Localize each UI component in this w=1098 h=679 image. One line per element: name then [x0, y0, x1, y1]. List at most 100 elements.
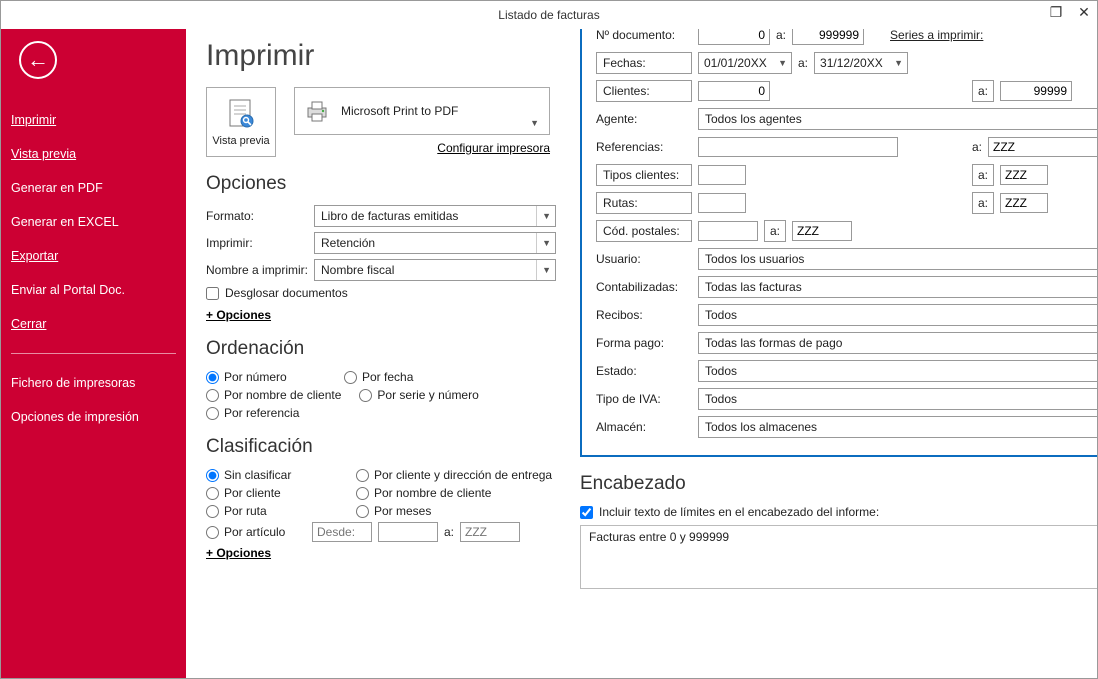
ref-to-input[interactable] — [988, 137, 1097, 157]
sidebar-item-imprimir[interactable]: Imprimir — [1, 103, 186, 137]
incluir-texto-label: Incluir texto de límites en el encabezad… — [599, 505, 879, 519]
cls-por-cliente[interactable]: Por cliente — [206, 486, 356, 500]
ord-por-nombre[interactable]: Por nombre de cliente — [206, 388, 341, 402]
chevron-down-icon: ▼ — [536, 206, 551, 226]
mas-opciones-link[interactable]: + Opciones — [206, 308, 271, 322]
cp-to-input[interactable] — [792, 221, 852, 241]
imprimir-combo[interactable]: Retención▼ — [314, 232, 556, 254]
intervalos-panel: Intervalos Nº documento: a: Series a imp… — [580, 1, 1097, 457]
ndoc-a-label: a: — [776, 28, 786, 42]
document-preview-icon — [224, 97, 258, 131]
cli-from-input[interactable] — [698, 81, 770, 101]
sidebar-item-fichero-impresoras[interactable]: Fichero de impresoras — [1, 366, 186, 400]
almacen-combo[interactable]: Todos los almacenes▼ — [698, 416, 1097, 438]
cls-desde-input2[interactable] — [378, 522, 438, 542]
fecha-a-label: a: — [798, 56, 808, 70]
window-restore-button[interactable]: ❐ — [1049, 5, 1063, 19]
formato-combo[interactable]: Libro de facturas emitidas▼ — [314, 205, 556, 227]
cls-por-articulo[interactable]: Por artículo — [206, 525, 306, 539]
ord-por-fecha[interactable]: Por fecha — [344, 370, 424, 384]
ndoc-label: Nº documento: — [596, 28, 692, 42]
cp-a-button[interactable]: a: — [764, 220, 786, 242]
tipos-clientes-button[interactable]: Tipos clientes: — [596, 164, 692, 186]
sidebar-item-cerrar[interactable]: Cerrar — [1, 307, 186, 341]
chevron-down-icon: ▼ — [536, 233, 551, 253]
chevron-down-icon: ▼ — [536, 260, 551, 280]
agente-combo[interactable]: Todos los agentes▼ — [698, 108, 1097, 130]
recibos-combo[interactable]: Todos▼ — [698, 304, 1097, 326]
incluir-texto-checkbox[interactable] — [580, 506, 593, 519]
iva-combo[interactable]: Todos▼ — [698, 388, 1097, 410]
configurar-impresora-link[interactable]: Configurar impresora — [437, 141, 550, 155]
agente-label: Agente: — [596, 112, 692, 126]
printer-selector[interactable]: Microsoft Print to PDF ▼ — [294, 87, 550, 135]
sidebar-item-generar-excel[interactable]: Generar en EXCEL — [1, 205, 186, 239]
nombre-combo[interactable]: Nombre fiscal▼ — [314, 259, 556, 281]
rutas-a-button[interactable]: a: — [972, 192, 994, 214]
tipos-to-input[interactable] — [1000, 165, 1048, 185]
ord-por-referencia[interactable]: Por referencia — [206, 406, 326, 420]
printer-icon — [303, 97, 331, 125]
arrow-left-icon: ← — [27, 49, 49, 71]
chevron-down-icon: ▼ — [894, 58, 903, 68]
cls-por-ruta[interactable]: Por ruta — [206, 504, 356, 518]
series-imprimir-link[interactable]: Series a imprimir: — [890, 28, 983, 42]
ord-por-serie[interactable]: Por serie y número — [359, 388, 479, 402]
cls-mas-opciones-link[interactable]: + Opciones — [206, 546, 271, 560]
ref-from-input[interactable] — [698, 137, 898, 157]
imprimir-label: Imprimir: — [206, 236, 314, 250]
usuario-combo[interactable]: Todos los usuarios▼ — [698, 248, 1097, 270]
cp-from-input[interactable] — [698, 221, 758, 241]
cls-por-nombre[interactable]: Por nombre de cliente — [356, 486, 566, 500]
cp-button[interactable]: Cód. postales: — [596, 220, 692, 242]
nombre-label: Nombre a imprimir: — [206, 263, 314, 277]
back-button[interactable]: ← — [19, 41, 57, 79]
rutas-to-input[interactable] — [1000, 193, 1048, 213]
window-title: Listado de facturas — [498, 8, 599, 22]
sidebar-separator — [11, 353, 176, 354]
sidebar-item-generar-pdf[interactable]: Generar en PDF — [1, 171, 186, 205]
fecha-to-combo[interactable]: 31/12/20XX▼ — [814, 52, 908, 74]
cli-to-input[interactable] — [1000, 81, 1072, 101]
sidebar-item-opciones-impresion[interactable]: Opciones de impresión — [1, 400, 186, 434]
sidebar-item-enviar-portal[interactable]: Enviar al Portal Doc. — [1, 273, 186, 307]
desglosar-label: Desglosar documentos — [225, 286, 348, 300]
cls-hasta-input[interactable] — [460, 522, 520, 542]
encabezado-textarea[interactable]: Facturas entre 0 y 999999 ˄ ˅ — [580, 525, 1097, 589]
ord-por-numero[interactable]: Por número — [206, 370, 326, 384]
cls-a-label: a: — [444, 525, 454, 539]
clasificacion-heading: Clasificación — [206, 436, 556, 458]
cls-por-meses[interactable]: Por meses — [356, 504, 566, 518]
fechas-button[interactable]: Fechas: — [596, 52, 692, 74]
ref-a-label: a: — [972, 140, 982, 154]
cli-a-button[interactable]: a: — [972, 80, 994, 102]
opciones-heading: Opciones — [206, 173, 556, 195]
page-title: Imprimir — [206, 39, 556, 73]
vista-previa-button[interactable]: Vista previa — [206, 87, 276, 157]
clientes-button[interactable]: Clientes: — [596, 80, 692, 102]
cls-sin-clasificar[interactable]: Sin clasificar — [206, 468, 356, 482]
estado-combo[interactable]: Todos▼ — [698, 360, 1097, 382]
chevron-down-icon: ▼ — [530, 118, 539, 128]
encabezado-heading: Encabezado — [580, 473, 1097, 495]
rutas-from-input[interactable] — [698, 193, 746, 213]
printer-name: Microsoft Print to PDF — [341, 104, 458, 118]
window-close-button[interactable]: ✕ — [1077, 5, 1091, 19]
ordenacion-heading: Ordenación — [206, 338, 556, 360]
cls-cliente-direccion[interactable]: Por cliente y dirección de entrega — [356, 468, 566, 482]
vista-previa-label: Vista previa — [212, 135, 269, 147]
contab-combo[interactable]: Todas las facturas▼ — [698, 276, 1097, 298]
recibos-label: Recibos: — [596, 308, 692, 322]
almacen-label: Almacén: — [596, 420, 692, 434]
ref-label: Referencias: — [596, 140, 692, 154]
tipos-from-input[interactable] — [698, 165, 746, 185]
sidebar-item-exportar[interactable]: Exportar — [1, 239, 186, 273]
cls-desde-input[interactable] — [312, 522, 372, 542]
tipos-a-button[interactable]: a: — [972, 164, 994, 186]
desglosar-checkbox[interactable] — [206, 287, 219, 300]
rutas-button[interactable]: Rutas: — [596, 192, 692, 214]
sidebar-item-vista-previa[interactable]: Vista previa — [1, 137, 186, 171]
fecha-from-combo[interactable]: 01/01/20XX▼ — [698, 52, 792, 74]
estado-label: Estado: — [596, 364, 692, 378]
forma-combo[interactable]: Todas las formas de pago▼ — [698, 332, 1097, 354]
